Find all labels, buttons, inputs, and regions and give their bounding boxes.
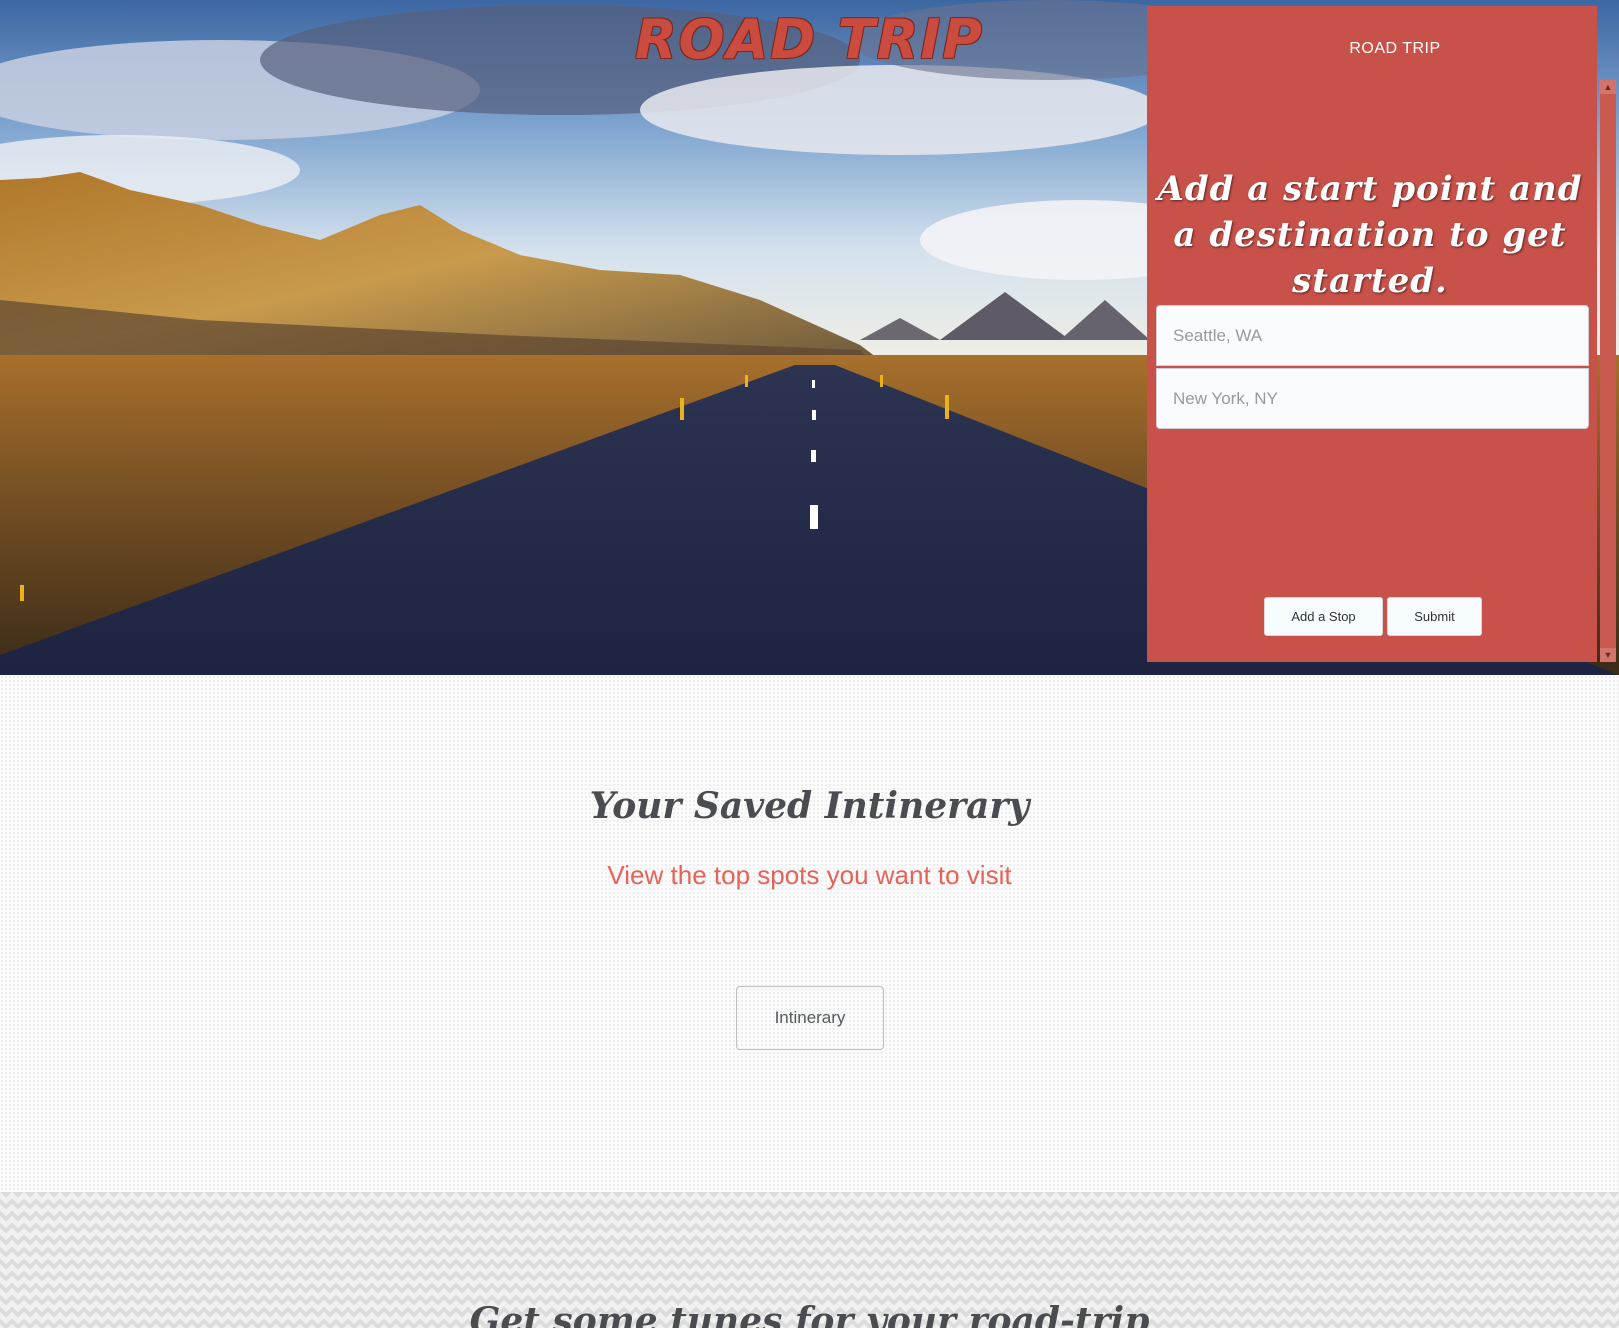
tunes-title: Get some tunes for your road-trip <box>469 1300 1150 1328</box>
destination-input[interactable] <box>1156 368 1589 429</box>
start-point-input[interactable] <box>1156 305 1589 366</box>
trip-planner-panel: ROAD TRIP Add a start point and a destin… <box>1147 6 1597 662</box>
panel-heading: Add a start point and a destination to g… <box>1157 169 1583 301</box>
saved-itinerary-section: Your Saved Intinerary View the top spots… <box>0 675 1619 1192</box>
itinerary-subtitle: View the top spots you want to visit <box>607 860 1012 890</box>
itinerary-title: Your Saved Intinerary <box>589 785 1030 827</box>
itinerary-button[interactable]: Intinerary <box>736 986 884 1050</box>
submit-button[interactable]: Submit <box>1387 597 1482 636</box>
page: ROAD TRIP ROAD TRIP Add a start point an… <box>0 0 1619 1328</box>
scroll-down-icon[interactable]: ▼ <box>1600 648 1616 662</box>
panel-scrollbar[interactable]: ▲ ▼ <box>1600 80 1616 662</box>
panel-brand[interactable]: ROAD TRIP <box>1147 40 1597 58</box>
scroll-up-icon[interactable]: ▲ <box>1600 80 1616 94</box>
tunes-section: Get some tunes for your road-trip <box>0 1192 1619 1328</box>
add-stop-button[interactable]: Add a Stop <box>1264 597 1383 636</box>
